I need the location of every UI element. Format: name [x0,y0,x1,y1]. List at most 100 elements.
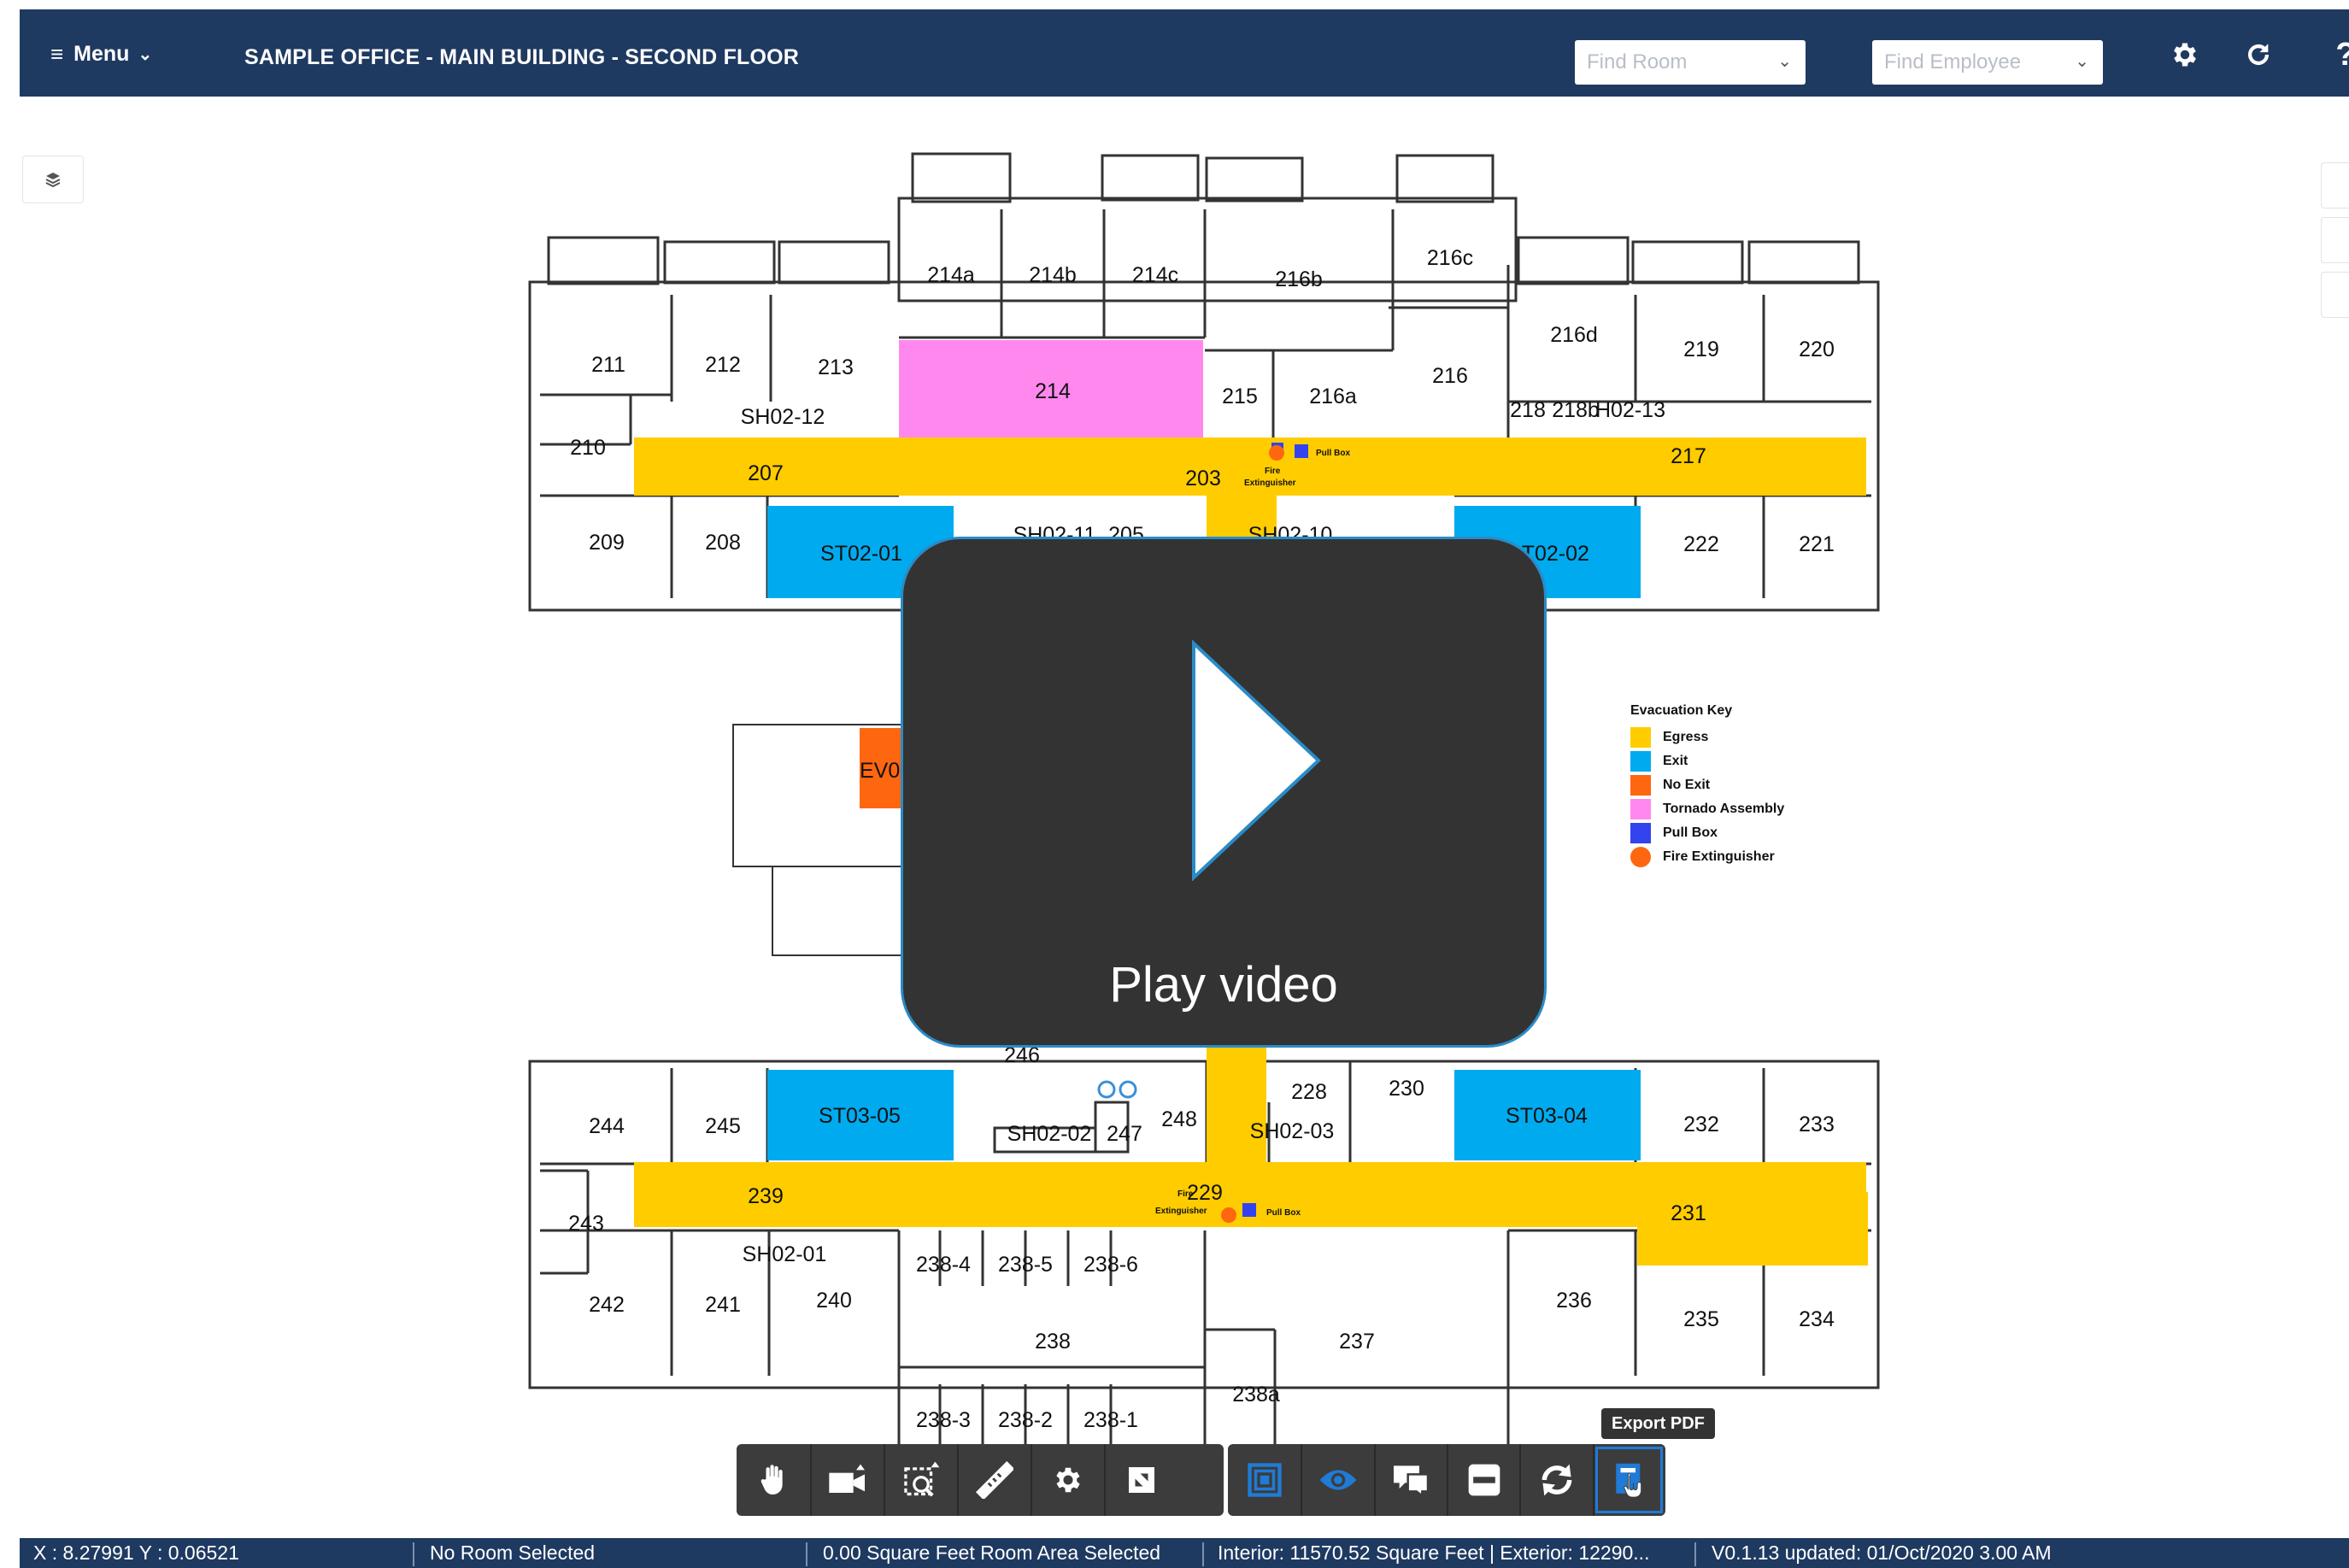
legend-label: Exit [1663,754,1688,768]
pull-box-label: Pull Box [1266,1208,1301,1218]
legend-title: Evacuation Key [1630,703,1733,718]
fullscreen-button[interactable] [1104,1444,1177,1516]
ruler-icon [976,1461,1013,1499]
room-label: 238-6 [1083,1253,1138,1277]
measure-button[interactable] [957,1444,1031,1516]
room-label: 238-3 [916,1408,971,1432]
pan-button[interactable] [737,1444,810,1516]
room-label: 216a [1309,385,1357,408]
status-divider [1202,1542,1204,1566]
sync-button[interactable] [1519,1444,1592,1516]
room-label: 207 [748,461,784,485]
status-divider [806,1542,807,1566]
legend-label: Tornado Assembly [1663,802,1785,816]
legend-swatch [1630,751,1651,772]
zoom-region-icon [904,1461,940,1497]
room-label: EV0 [860,759,900,783]
room-label: ST03-04 [1506,1104,1588,1128]
room-label: 240 [816,1289,852,1313]
fire-ext-label: Fire [1177,1189,1194,1199]
room-label: 216 [1432,364,1468,388]
legend-swatch [1630,799,1651,819]
status-bar: X : 8.27991 Y : 0.06521 No Room Selected… [20,1538,2349,1568]
fire-extinguisher-marker-top [1269,445,1284,461]
room-label: 243 [568,1212,604,1236]
room-label: 230 [1389,1077,1424,1101]
status-divider [413,1542,414,1566]
room-label: 212 [705,353,741,377]
area-selected-status: 0.00 Square Feet Room Area Selected [823,1542,1161,1564]
room-label: 219 [1683,338,1719,361]
select-area-button[interactable] [1228,1444,1301,1516]
legend-label: Egress [1663,730,1709,744]
legend-item: Tornado Assembly [1630,797,1784,821]
room-label: 216b [1275,267,1323,291]
room-label: 247 [1107,1122,1142,1146]
legend-swatch [1630,823,1651,843]
room-label: 239 [748,1184,784,1208]
version-status: V0.1.13 updated: 01/Oct/2020 3.00 AM [1712,1542,2052,1564]
room-label: 214a [927,263,975,287]
pull-box-marker-bottom [1242,1203,1256,1217]
room-label: 228 [1291,1080,1327,1104]
room-label: 241 [705,1293,741,1317]
egress-connector-bottom [1207,1044,1266,1166]
room-label: H02-13 [1595,398,1665,422]
select-area-icon [1247,1463,1282,1497]
room-selected-status: No Room Selected [430,1542,596,1564]
play-icon [1192,640,1321,881]
hand-icon [760,1465,783,1495]
room-label: 213 [818,355,854,379]
room-label: 233 [1799,1113,1835,1136]
export-pdf-icon [1616,1463,1642,1498]
status-divider [1694,1542,1696,1566]
legend-item: Egress [1630,725,1784,749]
room-label: 211 [591,353,625,377]
legend-items: Egress Exit No Exit Tornado Assembly Pull Bo… [1630,725,1784,869]
room-label: SH02-03 [1250,1119,1335,1143]
room-label: 218 [1510,398,1546,422]
room-label: 238-1 [1083,1408,1138,1432]
legend-item: No Exit [1630,773,1784,797]
room-label: 232 [1683,1113,1719,1136]
room-label: 220 [1799,338,1835,361]
pull-box-label: Pull Box [1316,449,1350,458]
legend-label: No Exit [1663,778,1711,792]
room-label: 231 [1671,1201,1706,1225]
room-label: 245 [705,1114,741,1138]
room-label: ST02-01 [820,542,902,566]
legend-swatch [1630,727,1651,748]
room-label: 217 [1671,444,1706,468]
room-label: 203 [1185,467,1221,490]
eye-icon [1319,1470,1357,1490]
pull-box-icon [1295,444,1308,458]
room-label: 218b [1552,398,1600,422]
export-pdf-tooltip: Export PDF [1601,1408,1715,1439]
room-label: 214c [1132,263,1178,287]
room-label: 221 [1799,532,1835,556]
zoom-region-button[interactable] [884,1444,957,1516]
toolbar-group-navigation [737,1444,1224,1516]
coordinates-readout: X : 8.27991 Y : 0.06521 [33,1542,239,1564]
sync-icon [1542,1464,1572,1496]
room-label: 237 [1339,1330,1375,1354]
room-label: 216d [1550,323,1598,347]
legend-item: Exit [1630,749,1784,773]
visibility-button[interactable] [1301,1444,1373,1516]
gear-icon [1056,1467,1080,1493]
settings-tool-button[interactable] [1031,1444,1104,1516]
camera-view-button[interactable] [810,1444,884,1516]
legend-swatch [1630,847,1651,867]
minus-icon [1468,1464,1500,1496]
video-camera-icon [829,1464,865,1493]
interior-exterior-status: Interior: 11570.52 Square Feet | Exterio… [1218,1542,1650,1564]
room-label: SH02-02 [1007,1122,1092,1146]
export-pdf-button[interactable] [1592,1444,1665,1516]
room-label: SH02-01 [743,1242,827,1266]
room-label: 238-4 [916,1253,971,1277]
room-label: 248 [1161,1107,1197,1131]
play-video-overlay[interactable]: Play video [901,537,1547,1048]
expand-icon [1129,1467,1154,1493]
room-labels-button[interactable] [1373,1444,1447,1516]
collapse-button[interactable] [1447,1444,1519,1516]
